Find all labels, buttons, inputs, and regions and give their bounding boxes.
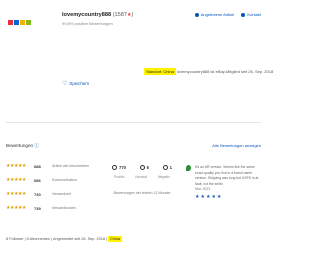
positive-review-icon: [186, 165, 191, 171]
rating-label: Versandkosten: [52, 206, 76, 210]
rating-count: 686: [34, 178, 41, 183]
seller-feedback-count: (1587★): [113, 12, 134, 18]
rating-label: Versandzeit: [52, 192, 71, 196]
rating-label: Kommunikation: [52, 178, 77, 182]
neutral-value: 6: [146, 165, 149, 170]
neutral-label: Neutral: [135, 175, 147, 179]
star-rating: ★★★★★: [6, 177, 26, 183]
member-info: lovemycountry888 ist eBay-Mitglied seit …: [176, 69, 274, 74]
neutral-icon: [139, 165, 145, 170]
review-stars: ★★★★★: [195, 194, 223, 201]
seller-name-text: lovemycountry888: [62, 12, 112, 18]
ratings-title: Bewertungen ⓘ: [6, 143, 39, 149]
positive-rating-text: 99,8% positive Bewertungen: [62, 21, 113, 26]
feedback-summary: 770 6 1 Positiv Neutral Negativ Bewertun…: [112, 165, 172, 195]
seller-header: lovemycountry888 (1587★) 99,8% positive …: [0, 0, 273, 110]
seller-name[interactable]: lovemycountry888 (1587★): [62, 12, 133, 18]
star-rating: ★★★★★: [6, 205, 26, 211]
seller-articles-link[interactable]: Angebotene Artikel: [194, 12, 235, 17]
member-since: Angemeldet seit 26. Sep. 2018: [53, 237, 105, 241]
info-icon[interactable]: ⓘ: [34, 143, 39, 148]
rating-count: 739: [34, 206, 41, 211]
review-date: Mar. 2023: [195, 187, 211, 192]
negative-value: 1: [169, 165, 172, 170]
positive-label: Positiv: [114, 175, 125, 179]
followers-link[interactable]: 8 Follower: [6, 237, 24, 241]
summary-labels: Positiv Neutral Negativ: [112, 175, 172, 179]
seller-logo: [8, 12, 40, 26]
seller-count-end: ): [131, 12, 134, 18]
positive-count[interactable]: 770: [112, 165, 126, 170]
star-rating: ★★★★★: [6, 163, 26, 169]
save-seller-button[interactable]: ♡ Speichern: [62, 80, 89, 87]
contact-label: Kontakt: [247, 12, 261, 17]
save-label: Speichern: [69, 81, 90, 86]
contact-icon: [241, 12, 246, 17]
rating-count: 730: [34, 192, 41, 197]
location-line: Standort: China lovemycountry888 ist eBa…: [144, 68, 274, 75]
ratings-title-text: Bewertungen: [6, 143, 34, 148]
detail-row: ★★★★★ 686 Kommunikation: [6, 178, 101, 192]
latest-review: It's an AR version. Seems like the same …: [186, 165, 261, 201]
all-ratings-link[interactable]: Alle Bewertungen anzeigen: [212, 143, 261, 148]
negative-label: Negativ: [157, 175, 170, 179]
detail-row: ★★★★★ 739 Versandkosten: [6, 206, 101, 220]
store-icon: [194, 12, 199, 17]
divider: [6, 122, 261, 123]
seller-articles-label: Angebotene Artikel: [200, 12, 235, 17]
location-highlight: Standort: China: [144, 68, 176, 75]
rating-label: Artikel wie beschrieben: [52, 164, 89, 168]
seller-count-text: (1587: [112, 12, 127, 18]
positive-value: 770: [119, 165, 126, 170]
contact-link[interactable]: Kontakt: [241, 12, 261, 17]
detail-row: ★★★★★ 730 Versandzeit: [6, 192, 101, 206]
separator: |: [51, 237, 53, 241]
detail-row: ★★★★★ 688 Artikel wie beschrieben: [6, 164, 101, 178]
separator: |: [106, 237, 107, 241]
rating-count: 688: [34, 164, 41, 169]
seller-footer: 8 Follower | 8 Abonnenten | Angemeldet s…: [6, 236, 122, 242]
review-text: It's an AR version. Seems like the same …: [195, 165, 259, 186]
country-highlight: China: [108, 236, 122, 242]
seller-profile-card: lovemycountry888 (1587★) 99,8% positive …: [0, 0, 273, 268]
header-links: Angebotene Artikel Kontakt: [189, 12, 261, 18]
positive-icon: [112, 165, 117, 170]
heart-icon: ♡: [62, 81, 68, 87]
summary-counts: 770 6 1: [112, 165, 172, 170]
star-rating: ★★★★★: [6, 191, 26, 197]
negative-count[interactable]: 1: [162, 165, 172, 170]
following-link[interactable]: 8 Abonnenten: [27, 237, 50, 241]
separator: |: [24, 237, 26, 241]
neutral-count[interactable]: 6: [139, 165, 149, 170]
detailed-ratings: ★★★★★ 688 Artikel wie beschrieben ★★★★★ …: [6, 164, 101, 220]
summary-period: Bewertungen der letzten 12 Monate: [113, 191, 171, 195]
negative-icon: [162, 165, 168, 170]
